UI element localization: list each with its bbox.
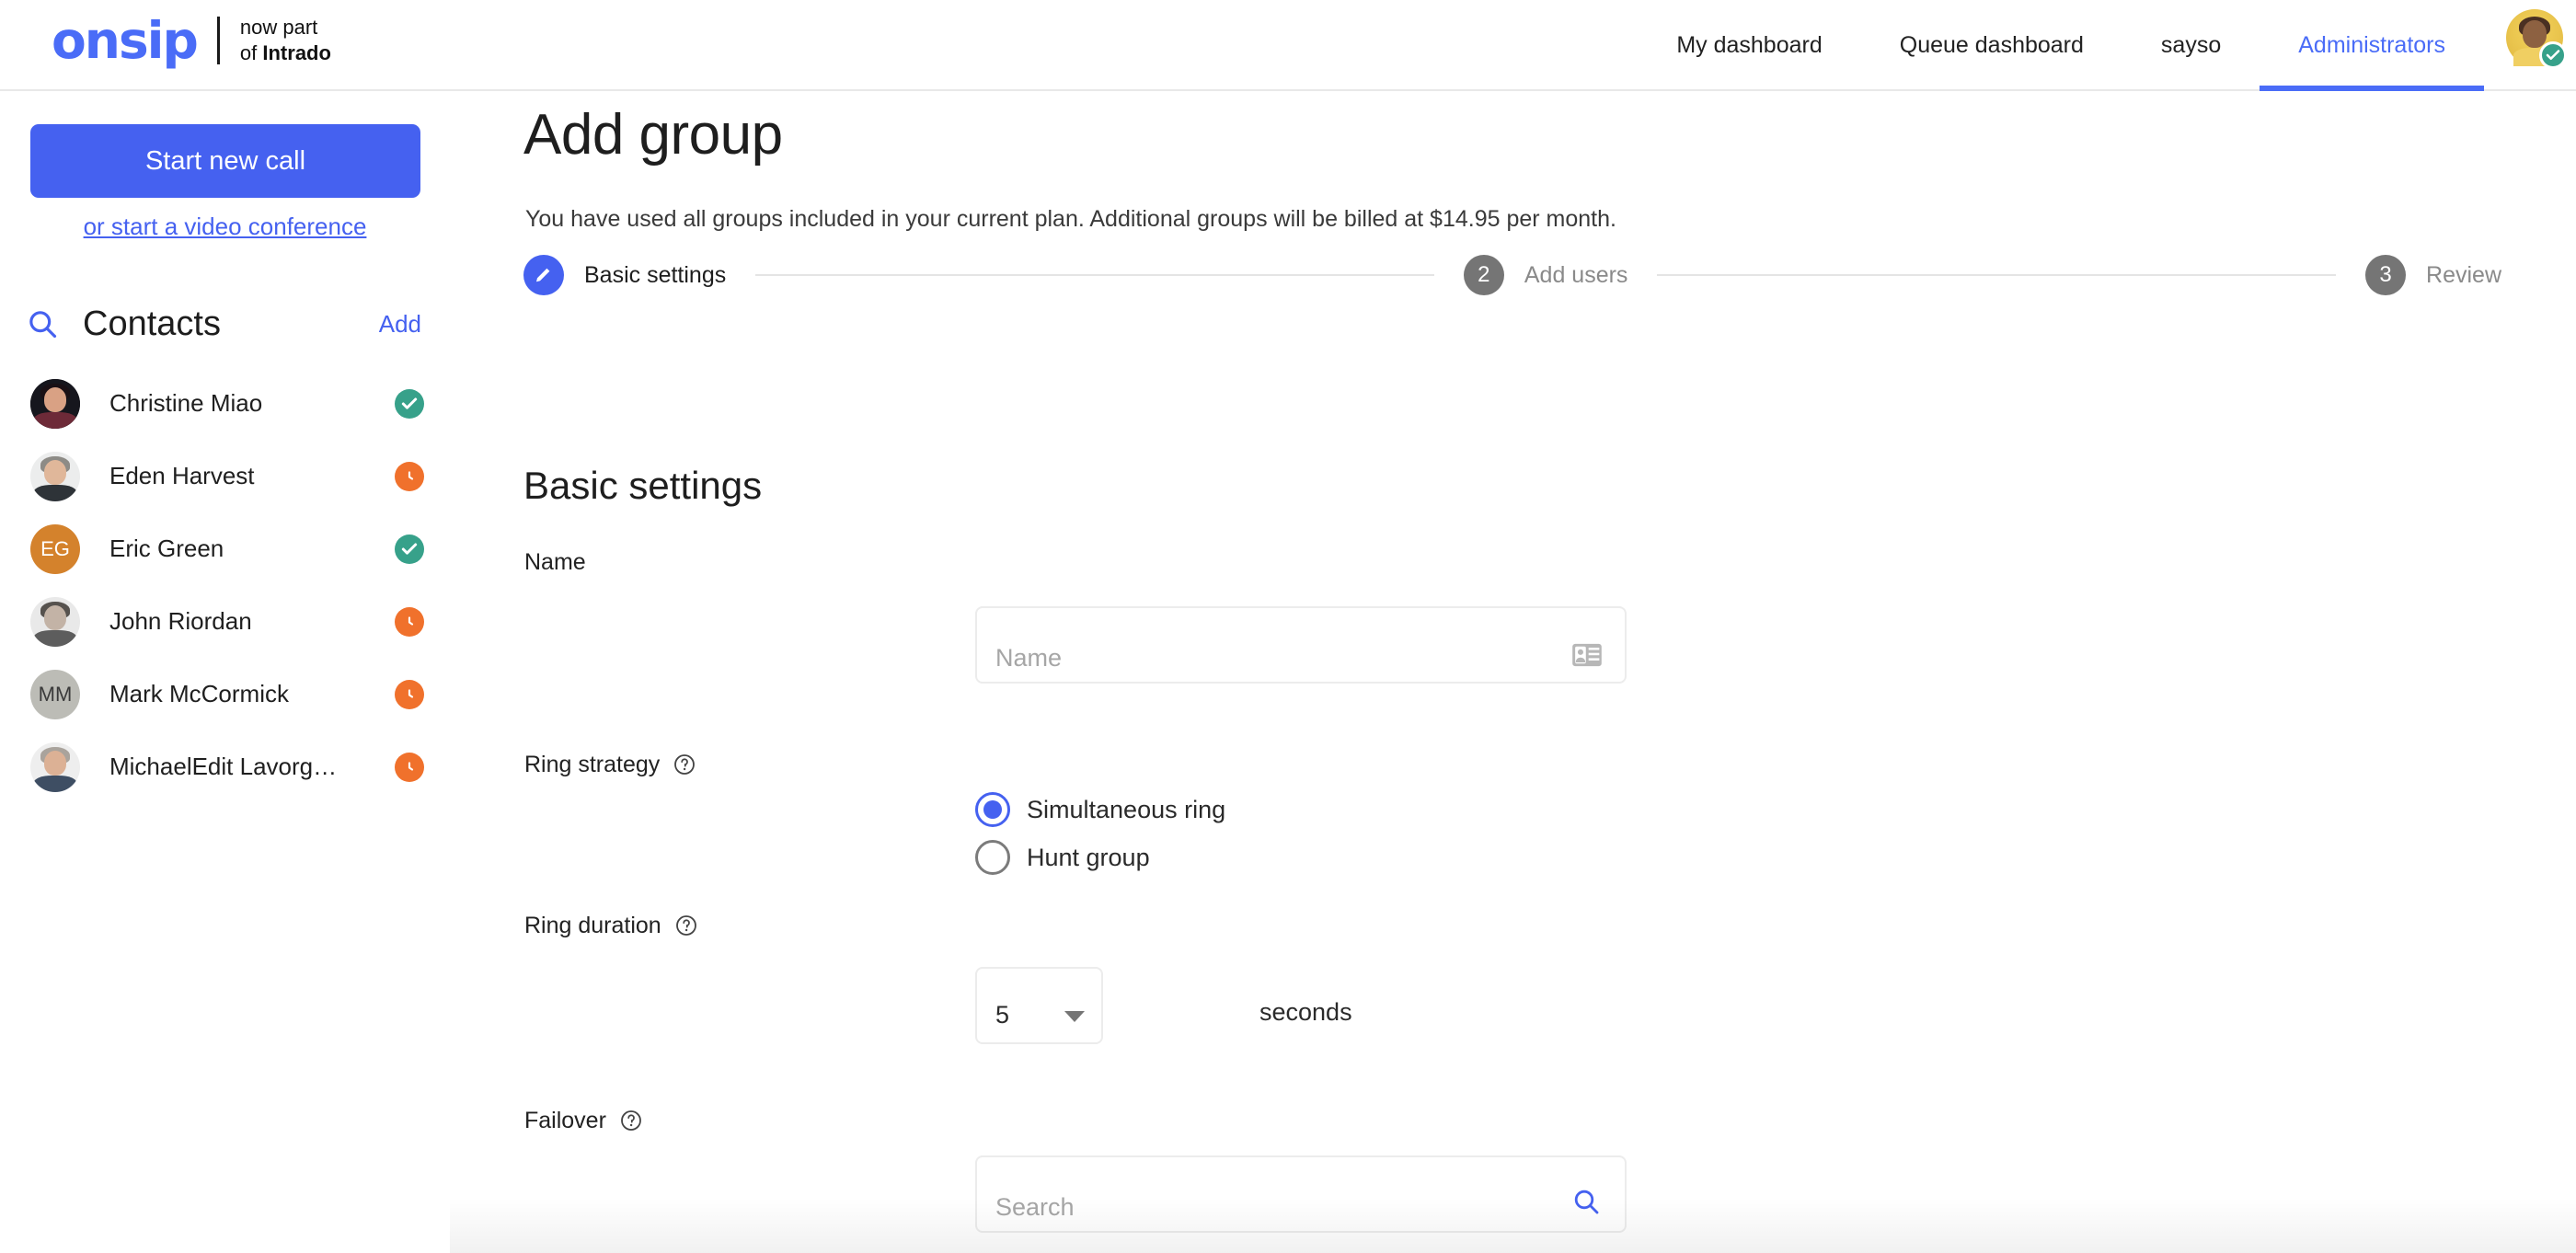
name-input[interactable] (995, 634, 1538, 682)
check-circle-icon (2546, 50, 2560, 61)
page-title: Add group (523, 103, 783, 167)
avatar[interactable] (2506, 9, 2567, 69)
step-indicator (523, 255, 564, 295)
main-navigation: My dashboard Queue dashboard sayso Admin… (1638, 0, 2484, 91)
contact-list: Christine Miao Eden Harvest EG Eric Gree… (0, 367, 450, 803)
nav-item-my-dashboard[interactable]: My dashboard (1638, 0, 1860, 91)
step-connector (1657, 274, 2337, 276)
radio-label: Simultaneous ring (1027, 795, 1226, 823)
avatar-initials: MM (30, 669, 80, 719)
status-badge (395, 461, 424, 491)
ring-duration-unit: seconds (1259, 998, 1352, 1026)
add-contact-link[interactable]: Add (379, 310, 421, 339)
start-video-conference-link[interactable]: or start a video conference (0, 213, 450, 241)
ring-duration-label-text: Ring duration (524, 913, 661, 938)
step-label: Review (2426, 261, 2502, 288)
avatar (30, 741, 80, 792)
contacts-title: Contacts (83, 304, 221, 343)
contact-name: Eden Harvest (109, 462, 255, 489)
step-indicator: 2 (1463, 255, 1504, 295)
avatar-initials: EG (30, 523, 80, 574)
status-badge (395, 606, 424, 637)
brand-logo[interactable]: onsip now part of Intrado (52, 15, 331, 66)
check-circle-icon (401, 543, 418, 555)
chevron-down-icon[interactable] (1064, 1011, 1085, 1022)
list-item[interactable]: Christine Miao (0, 367, 450, 440)
contacts-header: Contacts Add (26, 303, 431, 345)
list-item[interactable]: John Riordan (0, 585, 450, 658)
logo-divider (216, 17, 220, 65)
start-new-call-button[interactable]: Start new call (30, 124, 420, 198)
step-connector (755, 274, 1434, 276)
clock-icon (408, 761, 414, 771)
sidebar: Start new call or start a video conferen… (0, 91, 450, 1253)
search-icon[interactable] (26, 307, 59, 340)
radio-hunt-group[interactable]: Hunt group (975, 840, 1150, 875)
step-basic-settings[interactable]: Basic settings (523, 255, 726, 295)
failover-field[interactable] (975, 1155, 1627, 1233)
status-badge (395, 388, 424, 419)
failover-label-text: Failover (524, 1108, 606, 1133)
contact-card-icon[interactable] (1571, 641, 1603, 669)
status-badge (2539, 41, 2567, 69)
step-label: Add users (1524, 261, 1628, 288)
contact-name: Eric Green (109, 535, 224, 562)
radio-button[interactable] (975, 840, 1010, 875)
section-title: Basic settings (523, 464, 763, 507)
step-review[interactable]: 3 Review (2365, 255, 2501, 295)
clock-icon (408, 615, 414, 626)
contact-name: MichaelEdit Lavorg… (109, 753, 338, 780)
avatar (30, 378, 80, 429)
list-item[interactable]: Eden Harvest (0, 440, 450, 512)
contact-name: Mark McCormick (109, 680, 289, 707)
clock-icon (408, 470, 414, 480)
top-header: onsip now part of Intrado My dashboard Q… (0, 0, 2576, 91)
help-circle-icon[interactable] (673, 753, 696, 776)
radio-simultaneous-ring[interactable]: Simultaneous ring (975, 792, 1225, 827)
failover-search-input[interactable] (995, 1183, 1538, 1231)
name-field[interactable] (975, 606, 1627, 684)
logo-tagline-line1: now part (239, 16, 318, 39)
plan-notice: You have used all groups included in you… (525, 206, 1616, 232)
radio-button[interactable] (975, 792, 1010, 827)
contact-name: John Riordan (109, 607, 252, 635)
ring-strategy-label-text: Ring strategy (524, 752, 661, 777)
main-content: Add group You have used all groups inclu… (450, 91, 2576, 1253)
ring-strategy-label: Ring strategy (524, 752, 696, 778)
logo-tagline-line2: of Intrado (239, 41, 331, 65)
avatar (30, 596, 80, 647)
help-circle-icon[interactable] (675, 914, 697, 937)
failover-label: Failover (524, 1108, 642, 1134)
wizard-stepper: Basic settings 2 Add users 3 Review (523, 247, 2501, 303)
status-badge (395, 534, 424, 564)
search-icon[interactable] (1571, 1187, 1601, 1216)
logo-wordmark: onsip (52, 10, 199, 70)
status-badge (395, 679, 424, 709)
help-circle-icon[interactable] (620, 1109, 642, 1132)
step-indicator: 3 (2365, 255, 2407, 295)
list-item[interactable]: MichaelEdit Lavorg… (0, 730, 450, 803)
step-label: Basic settings (584, 261, 727, 288)
name-label: Name (524, 549, 586, 575)
list-item[interactable]: MM Mark McCormick (0, 658, 450, 730)
logo-tagline: now part of Intrado (240, 15, 331, 66)
ring-duration-value: 5 (995, 1001, 1010, 1029)
nav-item-administrators[interactable]: Administrators (2260, 0, 2484, 91)
pencil-icon (536, 268, 550, 282)
clock-icon (408, 688, 414, 698)
avatar (30, 451, 80, 501)
ring-duration-label: Ring duration (524, 913, 697, 939)
ring-duration-select[interactable]: 5 (975, 967, 1103, 1044)
check-circle-icon (401, 397, 418, 409)
list-item[interactable]: EG Eric Green (0, 512, 450, 585)
contact-name: Christine Miao (109, 389, 263, 417)
status-badge (395, 752, 424, 782)
nav-item-sayso[interactable]: sayso (2122, 0, 2260, 91)
nav-item-queue-dashboard[interactable]: Queue dashboard (1861, 0, 2122, 91)
radio-label: Hunt group (1027, 843, 1150, 871)
step-add-users[interactable]: 2 Add users (1463, 255, 1628, 295)
